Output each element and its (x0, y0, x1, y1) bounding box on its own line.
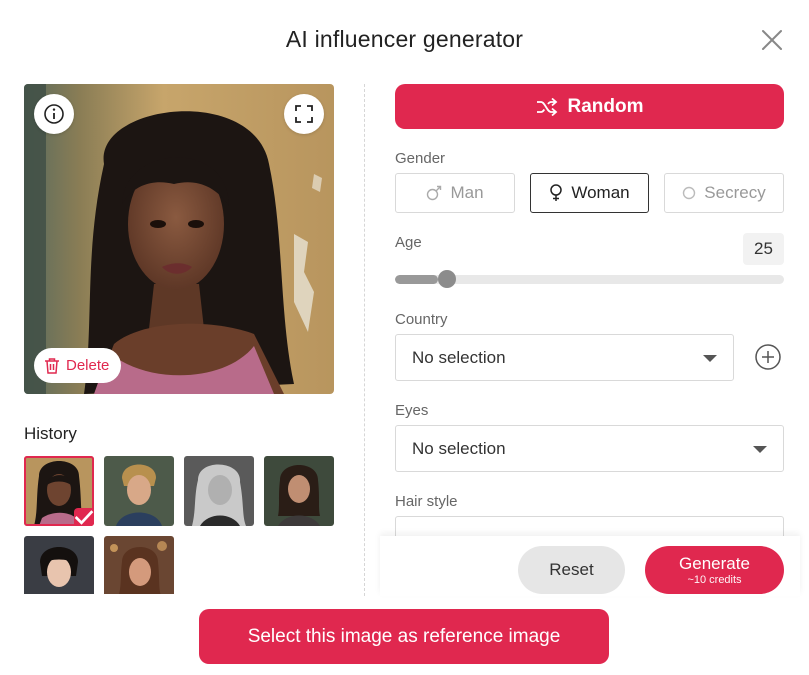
circle-icon (683, 186, 696, 200)
generate-label: Generate (679, 553, 750, 573)
history-thumbnail[interactable] (104, 536, 174, 594)
history-thumbnail[interactable] (264, 456, 334, 526)
thumbnail-image (24, 536, 94, 594)
country-value: No selection (412, 347, 506, 367)
hair-style-label: Hair style (395, 493, 458, 510)
thumbnail-image (264, 456, 334, 526)
gender-woman-label: Woman (571, 183, 630, 202)
chevron-down-icon (703, 355, 717, 362)
eyes-select[interactable]: No selection (395, 425, 784, 472)
preview-image: Delete (24, 84, 334, 394)
age-label: Age (395, 234, 422, 251)
trash-icon (45, 358, 59, 374)
delete-button[interactable]: Delete (34, 348, 122, 383)
chevron-down-icon (753, 446, 767, 453)
history-thumbnail[interactable] (24, 536, 94, 594)
age-slider-handle[interactable] (437, 270, 456, 288)
close-button[interactable] (758, 26, 786, 54)
gender-man-button[interactable]: Man (395, 173, 515, 213)
fullscreen-icon (295, 105, 313, 123)
reset-button[interactable]: Reset (518, 546, 625, 594)
settings-panel[interactable]: Random Gender Man Woman Secrecy Age 25 C… (395, 84, 784, 536)
history-grid (24, 456, 340, 594)
gender-man-label: Man (450, 183, 484, 202)
close-icon (762, 30, 782, 50)
plus-circle-icon (755, 344, 781, 370)
delete-label: Delete (66, 357, 110, 374)
gender-woman-button[interactable]: Woman (530, 173, 649, 213)
gender-secrecy-label: Secrecy (704, 183, 766, 202)
age-slider-fill (395, 275, 438, 284)
generate-credits: ~10 credits (687, 573, 742, 586)
selected-check-icon (74, 508, 94, 526)
male-icon (427, 185, 442, 201)
history-thumbnail[interactable] (184, 456, 254, 526)
info-icon (44, 104, 64, 124)
thumbnail-image (184, 456, 254, 526)
age-value: 25 (743, 233, 784, 265)
country-select[interactable]: No selection (395, 334, 734, 381)
history-thumbnail[interactable] (104, 456, 174, 526)
info-button[interactable] (34, 94, 74, 134)
eyes-value: No selection (412, 438, 506, 458)
column-divider (364, 84, 365, 596)
thumbnail-image (104, 456, 174, 526)
history-thumbnail[interactable] (24, 456, 94, 526)
gender-label: Gender (395, 150, 446, 167)
history-title: History (24, 424, 77, 443)
eyes-label: Eyes (395, 402, 429, 419)
country-label: Country (395, 311, 448, 328)
dialog-title: AI influencer generator (285, 26, 524, 52)
add-country-button[interactable] (754, 343, 782, 371)
shuffle-icon (536, 97, 557, 116)
random-button[interactable]: Random (395, 84, 784, 129)
thumbnail-image (104, 536, 174, 594)
hair-style-select[interactable] (395, 516, 784, 536)
gender-secrecy-button[interactable]: Secrecy (664, 173, 784, 213)
fullscreen-button[interactable] (284, 94, 324, 134)
generate-button[interactable]: Generate ~10 credits (645, 546, 784, 594)
select-reference-button[interactable]: Select this image as reference image (199, 609, 609, 664)
random-label: Random (567, 95, 644, 117)
female-icon (550, 184, 563, 201)
